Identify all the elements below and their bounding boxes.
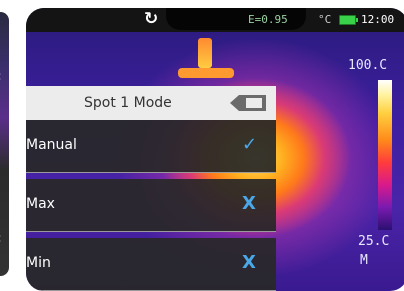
color-scale-bar (378, 80, 392, 230)
thermal-camera-screen: ↻ E=0.95 °C 12:00 100.C 25.C M Spot 1 Mo… (26, 8, 404, 291)
backspace-icon[interactable] (228, 94, 268, 112)
option-label: Max (26, 196, 55, 212)
menu-title: Spot 1 Mode (84, 95, 172, 111)
x-mark-icon: X (242, 193, 256, 214)
adjacent-screen-text-top: C (0, 72, 1, 83)
refresh-icon[interactable]: ↻ (144, 9, 158, 29)
thermal-hotspot-base (178, 68, 234, 78)
menu-option-manual[interactable]: Manual ✓ (26, 120, 276, 173)
menu-header: Spot 1 Mode (26, 86, 276, 120)
menu-option-max[interactable]: Max X (26, 179, 276, 232)
x-mark-icon: X (242, 252, 256, 273)
clock: 12:00 (361, 13, 395, 26)
adjacent-screen-edge: C C (0, 12, 9, 276)
scale-min-value: 25.C (358, 234, 390, 249)
scale-max-value: 100.C (348, 58, 388, 73)
spot-mode-menu: Spot 1 Mode Manual ✓ Max X Min X (26, 86, 276, 291)
battery-icon (339, 15, 358, 25)
option-label: Manual (26, 137, 77, 153)
thermal-hotspot-top (198, 38, 212, 68)
checkmark-icon: ✓ (242, 134, 258, 155)
scale-mode-indicator: M (360, 253, 368, 268)
adjacent-screen-text-bottom: C (0, 234, 1, 245)
option-label: Min (26, 255, 51, 271)
menu-option-min[interactable]: Min X (26, 238, 276, 291)
emissivity-readout: E=0.95 (248, 13, 288, 26)
temperature-unit: °C (318, 13, 332, 26)
